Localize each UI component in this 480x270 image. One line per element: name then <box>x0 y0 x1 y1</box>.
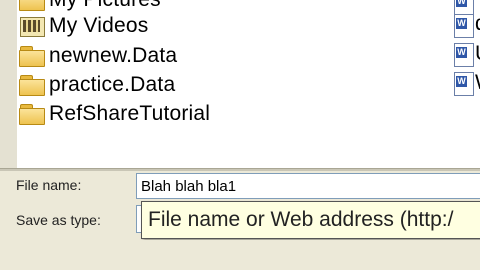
places-bar-edge <box>0 0 18 168</box>
list-item-my-videos[interactable]: My Videos <box>17 12 148 40</box>
folder-icon <box>19 104 45 125</box>
word-document-icon[interactable]: W <box>454 72 474 96</box>
save-as-type-label: Save as type: <box>16 212 101 228</box>
pane-divider <box>0 168 480 171</box>
document-label[interactable]: U <box>475 42 480 66</box>
word-document-icon[interactable]: W <box>454 14 474 38</box>
list-item-label: My Pictures <box>49 0 161 12</box>
folder-icon <box>19 46 45 67</box>
folder-icon <box>19 75 45 96</box>
document-label[interactable]: W <box>475 71 480 95</box>
folder-icon <box>19 0 45 11</box>
tooltip-text: File name or Web address (http:/ <box>148 208 454 231</box>
list-item-label: My Videos <box>49 14 149 37</box>
list-item-practice-data[interactable]: practice.Data <box>17 71 175 99</box>
list-item-refsharetutorial[interactable]: RefShareTutorial <box>17 100 210 128</box>
file-name-label: File name: <box>16 177 82 193</box>
file-list-pane[interactable]: My Pictures My Videos newnew.Data practi… <box>17 0 480 168</box>
tooltip: File name or Web address (http:/ <box>141 201 480 239</box>
word-document-icon[interactable]: W <box>454 43 474 67</box>
dialog-footer <box>0 240 480 270</box>
list-item-newnew-data[interactable]: newnew.Data <box>17 42 177 70</box>
document-label[interactable]: q <box>475 12 480 36</box>
list-item-label: newnew.Data <box>49 44 178 67</box>
video-folder-icon <box>19 15 45 37</box>
list-item-label: RefShareTutorial <box>49 102 211 125</box>
list-item-label: practice.Data <box>49 73 176 96</box>
file-name-input[interactable] <box>136 173 480 199</box>
